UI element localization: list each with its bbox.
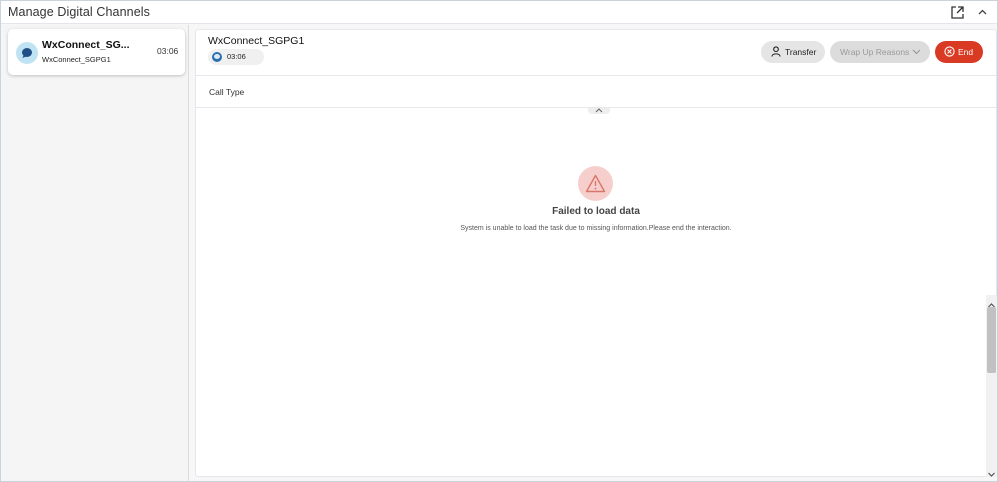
warning-icon (585, 174, 606, 193)
transfer-button[interactable]: Transfer (761, 41, 825, 63)
task-detail-panel: WxConnect_SGPG1 03:06 Transfer Wrap Up R… (195, 29, 997, 477)
call-type-row: Call Type (196, 77, 996, 108)
header-timer: 03:06 (227, 52, 246, 61)
chevron-up-icon[interactable] (976, 6, 989, 19)
task-list-sidebar: WxConnect_SG... WxConnect_SGPG1 03:06 (2, 25, 189, 481)
task-title: WxConnect_SGPG1 (208, 35, 305, 47)
task-name: WxConnect_SG... (42, 39, 130, 51)
warning-icon-circle (578, 166, 613, 201)
chat-bubble-icon (212, 52, 222, 62)
app-window: Manage Digital Channels WxConnect_SG... … (0, 0, 998, 482)
call-type-label: Call Type (209, 87, 245, 97)
person-icon (771, 46, 781, 57)
transfer-label: Transfer (785, 47, 817, 57)
chevron-up-icon (595, 108, 603, 113)
error-title: Failed to load data (552, 206, 640, 217)
task-subtitle: WxConnect_SGPG1 (42, 55, 111, 64)
task-header: WxConnect_SGPG1 03:06 Transfer Wrap Up R… (196, 30, 996, 76)
scroll-up-icon[interactable] (987, 297, 996, 308)
timer-pill: 03:06 (208, 49, 264, 65)
chat-bubble-icon (22, 48, 32, 58)
window-title: Manage Digital Channels (8, 5, 150, 19)
popout-icon[interactable] (950, 5, 965, 20)
task-card[interactable]: WxConnect_SG... WxConnect_SGPG1 03:06 (8, 29, 185, 75)
chevron-down-icon (912, 49, 921, 55)
scroll-down-icon[interactable] (987, 466, 996, 477)
chat-channel-avatar (16, 42, 38, 64)
close-circle-icon (944, 46, 955, 57)
end-label: End (958, 47, 974, 57)
error-message: System is unable to load the task due to… (460, 225, 732, 232)
end-button[interactable]: End (935, 41, 983, 63)
title-bar: Manage Digital Channels (1, 1, 997, 24)
wrap-up-reasons-button[interactable]: Wrap Up Reasons (830, 41, 930, 63)
task-timer: 03:06 (157, 46, 179, 56)
scrollbar-thumb[interactable] (987, 307, 996, 373)
wrap-up-label: Wrap Up Reasons (840, 47, 910, 57)
vertical-scrollbar[interactable] (986, 295, 997, 477)
expand-handle[interactable] (588, 108, 610, 114)
